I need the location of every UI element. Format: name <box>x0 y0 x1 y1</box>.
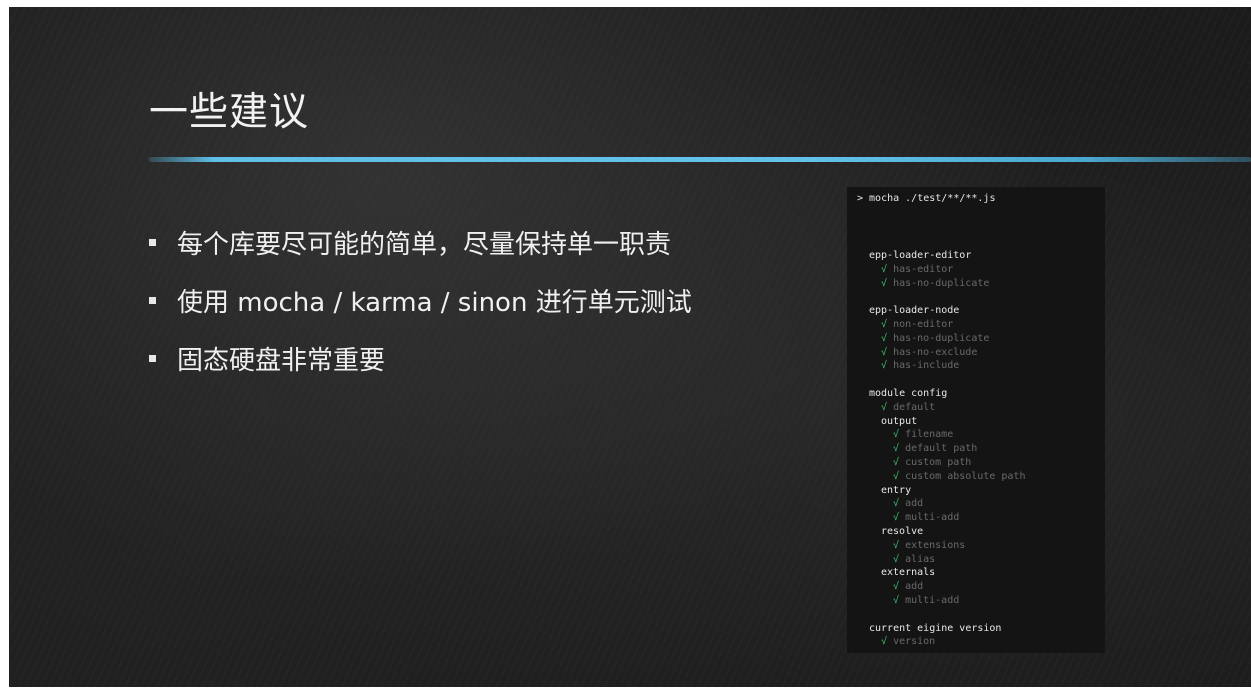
test-results: epp-loader-editor √ has-editor √ has-no-du… <box>847 249 1105 649</box>
bullet-text: 使用 mocha / karma / sinon 进行单元测试 <box>177 287 692 318</box>
test-name: multi-add <box>905 594 960 606</box>
test-suite-heading: current eigine version <box>847 622 1105 636</box>
checkmark-icon: √ <box>881 401 888 413</box>
test-suite-heading: entry <box>847 484 1105 498</box>
checkmark-icon: √ <box>893 498 900 510</box>
test-name: filename <box>905 429 954 441</box>
suite-name: resolve <box>881 525 924 537</box>
square-bullet-icon <box>149 354 156 362</box>
slide-title: 一些建议 <box>149 90 310 135</box>
bullet-item: 固态硬盘非常重要 <box>149 329 692 387</box>
checkmark-icon: √ <box>893 553 900 565</box>
checkmark-icon: √ <box>881 318 888 330</box>
test-pass-line: √ has-no-duplicate <box>847 277 1105 291</box>
chalkboard-slide: 一些建议 每个库要尽可能的简单，尽量保持单一职责 使用 mocha / karm… <box>9 7 1251 687</box>
test-pass-line: √ non-editor <box>847 318 1105 332</box>
test-name: has-editor <box>893 263 954 275</box>
test-name: has-include <box>893 360 960 372</box>
terminal-output-panel: > mocha ./test/**/**.js epp-loader-edito… <box>847 187 1105 653</box>
test-pass-line: √ custom absolute path <box>847 470 1105 484</box>
test-name: has-no-exclude <box>893 346 978 358</box>
checkmark-icon: √ <box>893 470 900 482</box>
test-name: has-no-duplicate <box>893 277 990 289</box>
bullet-item: 使用 mocha / karma / sinon 进行单元测试 <box>149 271 692 329</box>
title-underline <box>149 157 1251 162</box>
test-suite-heading: module config <box>847 387 1105 401</box>
test-pass-line: √ alias <box>847 553 1105 567</box>
test-name: alias <box>905 553 936 565</box>
checkmark-icon: √ <box>893 429 900 441</box>
square-bullet-icon <box>149 238 156 246</box>
checkmark-icon: √ <box>881 263 888 275</box>
bullet-list: 每个库要尽可能的简单，尽量保持单一职责 使用 mocha / karma / s… <box>149 213 692 387</box>
suite-name: module config <box>869 387 948 399</box>
test-name: default <box>893 401 936 413</box>
test-name: multi-add <box>905 512 960 524</box>
checkmark-icon: √ <box>893 456 900 468</box>
suite-name: output <box>881 415 918 427</box>
test-pass-line: √ has-no-duplicate <box>847 332 1105 346</box>
terminal-command: > mocha ./test/**/**.js <box>857 193 996 204</box>
checkmark-icon: √ <box>893 594 900 606</box>
test-pass-line: √ extensions <box>847 539 1105 553</box>
checkmark-icon: √ <box>881 636 888 648</box>
test-suite-heading: epp-loader-editor <box>847 249 1105 263</box>
test-pass-line: √ version <box>847 635 1105 649</box>
test-suite-heading: output <box>847 415 1105 429</box>
checkmark-icon: √ <box>881 277 888 289</box>
test-pass-line: √ has-no-exclude <box>847 346 1105 360</box>
test-pass-line: √ multi-add <box>847 511 1105 525</box>
page: 一些建议 每个库要尽可能的简单，尽量保持单一职责 使用 mocha / karm… <box>0 0 1251 691</box>
suite-name: epp-loader-node <box>869 305 960 317</box>
test-name: custom path <box>905 456 972 468</box>
checkmark-icon: √ <box>893 539 900 551</box>
test-pass-line: √ add <box>847 580 1105 594</box>
test-pass-line: √ default path <box>847 442 1105 456</box>
test-suite-heading: externals <box>847 566 1105 580</box>
test-suite-heading: resolve <box>847 525 1105 539</box>
suite-name: epp-loader-editor <box>869 250 972 261</box>
suite-name: externals <box>881 567 936 579</box>
test-pass-line: √ add <box>847 497 1105 511</box>
test-pass-line: √ has-editor <box>847 263 1105 277</box>
checkmark-icon: √ <box>881 360 888 372</box>
checkmark-icon: √ <box>881 332 888 344</box>
test-name: version <box>893 636 936 648</box>
test-pass-line: √ has-include <box>847 359 1105 373</box>
checkmark-icon: √ <box>893 581 900 593</box>
test-name: add <box>905 498 924 510</box>
checkmark-icon: √ <box>893 512 900 524</box>
test-suite-heading: epp-loader-node <box>847 304 1105 318</box>
test-name: has-no-duplicate <box>893 332 990 344</box>
test-pass-line: √ custom path <box>847 456 1105 470</box>
test-pass-line: √ default <box>847 401 1105 415</box>
test-name: default path <box>905 443 978 455</box>
suite-name: current eigine version <box>869 622 1002 634</box>
test-name: non-editor <box>893 318 954 330</box>
test-name: add <box>905 581 924 593</box>
test-name: extensions <box>905 539 966 551</box>
bullet-text: 固态硬盘非常重要 <box>177 345 386 376</box>
checkmark-icon: √ <box>881 346 888 358</box>
test-pass-line: √ filename <box>847 428 1105 442</box>
bullet-text: 每个库要尽可能的简单，尽量保持单一职责 <box>177 229 672 260</box>
square-bullet-icon <box>149 296 156 304</box>
test-name: custom absolute path <box>905 470 1026 482</box>
suite-name: entry <box>881 484 912 496</box>
bullet-item: 每个库要尽可能的简单，尽量保持单一职责 <box>149 213 692 271</box>
test-pass-line: √ multi-add <box>847 594 1105 608</box>
checkmark-icon: √ <box>893 443 900 455</box>
